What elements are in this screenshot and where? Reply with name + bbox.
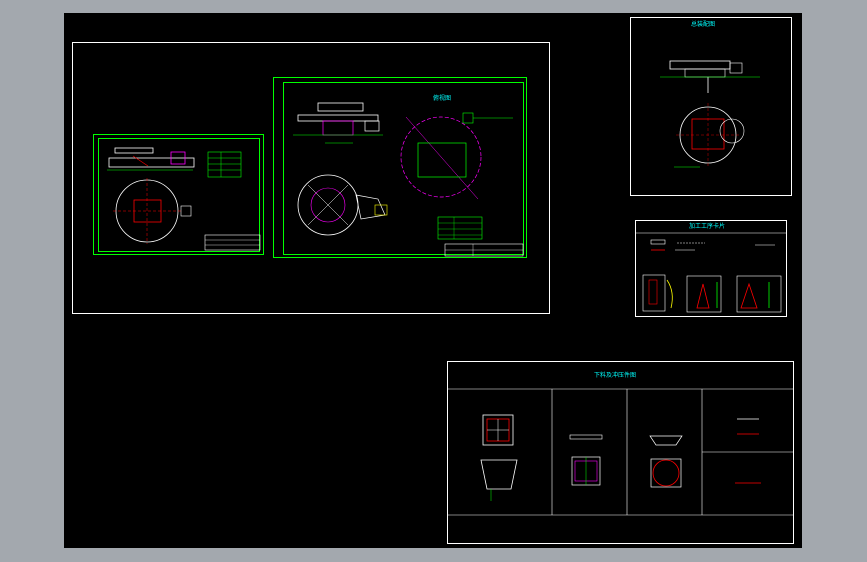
sheet-part-center-drawing <box>293 102 524 257</box>
sheet-blanking-drawing <box>447 388 794 516</box>
sheet-general-assembly-drawing <box>660 60 760 168</box>
cad-model-space[interactable]: 俯视图 总装配图 加工工序卡片 下料及冲压件图 <box>64 13 802 548</box>
sheet-assembly-small-drawing <box>107 147 261 251</box>
sheet-process-card-drawing <box>635 232 787 313</box>
center-view-label: 俯视图 <box>433 95 452 102</box>
